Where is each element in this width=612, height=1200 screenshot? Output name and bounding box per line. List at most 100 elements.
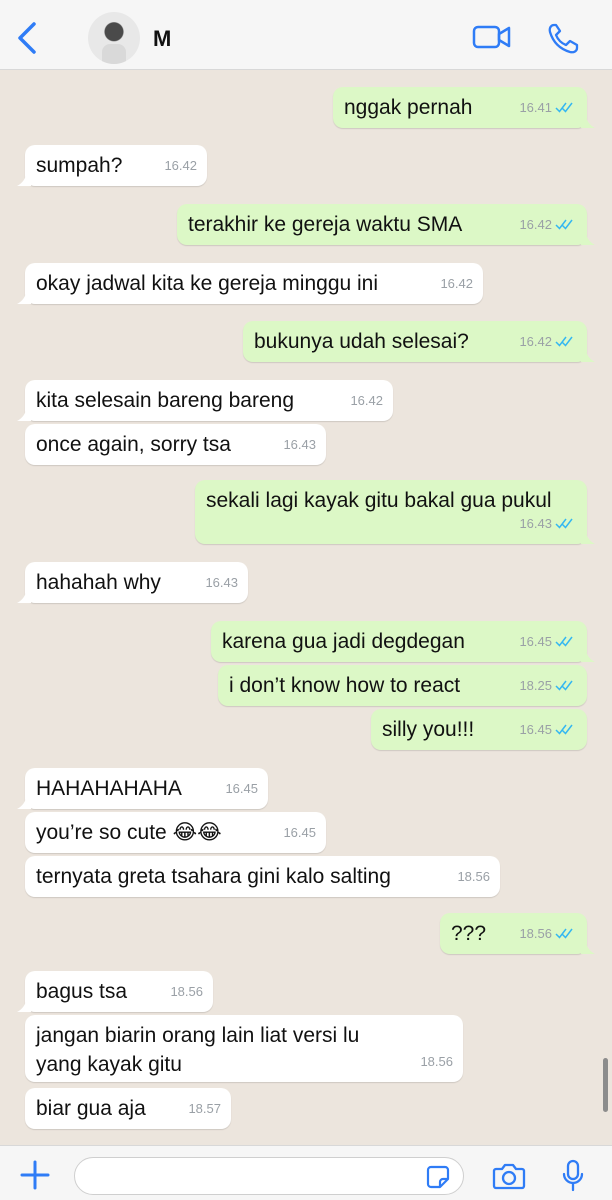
outgoing-message-bubble[interactable]: nggak pernah 16.41 <box>333 87 595 128</box>
read-ticks-icon <box>555 724 573 735</box>
timestamp: 16.45 <box>519 722 552 737</box>
timestamp: 16.45 <box>283 825 316 840</box>
outgoing-message-bubble[interactable]: karena gua jadi degdegan 16.45 <box>211 621 595 662</box>
timestamp: 16.41 <box>519 100 552 115</box>
message-text: terakhir ke gereja waktu SMA <box>188 213 463 236</box>
outgoing-message-bubble[interactable]: bukunya udah selesai? 16.42 <box>243 321 595 362</box>
incoming-message-bubble[interactable]: okay jadwal kita ke gereja minggu ini 16.… <box>17 263 483 304</box>
timestamp: 16.42 <box>440 276 473 291</box>
incoming-message-bubble[interactable]: once again, sorry tsa 16.43 <box>25 424 326 465</box>
bubble-tail <box>581 940 595 954</box>
back-chevron-icon[interactable] <box>14 20 44 56</box>
message-time: 16.42 <box>350 386 383 415</box>
read-ticks-icon <box>555 928 573 939</box>
timestamp: 18.56 <box>170 984 203 999</box>
message-time: 16.43 <box>283 430 316 459</box>
message-time: 18.56 <box>519 919 575 948</box>
timestamp: 18.56 <box>420 1054 453 1069</box>
message-time: 18.56 <box>420 1047 453 1076</box>
read-ticks-icon <box>555 636 573 647</box>
message-time: 16.45 <box>519 715 575 744</box>
timestamp: 16.45 <box>519 634 552 649</box>
video-call-icon[interactable] <box>472 22 512 52</box>
message-text: yang kayak gitu <box>36 1053 182 1076</box>
message-text: ternyata greta tsahara gini kalo salting <box>36 865 391 888</box>
contact-name[interactable]: M <box>153 26 171 52</box>
message-time: 16.42 <box>440 269 473 298</box>
chat-header: M <box>0 0 612 70</box>
read-ticks-icon <box>555 680 573 691</box>
read-ticks-icon <box>555 102 573 113</box>
bubble-tail <box>17 172 31 186</box>
timestamp: 16.43 <box>205 575 238 590</box>
message-text: HAHAHAHAHA <box>36 777 182 800</box>
incoming-message-bubble[interactable]: jangan biarin orang lain liat versi lu ya… <box>25 1015 463 1082</box>
message-time: 16.45 <box>283 818 316 847</box>
message-text: once again, sorry tsa <box>36 433 231 456</box>
avatar[interactable] <box>88 12 140 64</box>
read-ticks-icon <box>555 219 573 230</box>
composer-bar <box>0 1145 612 1200</box>
timestamp: 16.42 <box>350 393 383 408</box>
read-ticks-icon <box>555 336 573 347</box>
timestamp: 16.42 <box>164 158 197 173</box>
message-time: 16.42 <box>519 327 575 356</box>
bubble-tail <box>17 407 31 421</box>
message-time: 16.43 <box>205 568 238 597</box>
outgoing-message-bubble[interactable]: terakhir ke gereja waktu SMA 16.42 <box>177 204 595 245</box>
bubble-tail <box>581 114 595 128</box>
incoming-message-bubble[interactable]: hahahah why 16.43 <box>17 562 248 603</box>
message-text: okay jadwal kita ke gereja minggu ini <box>36 272 379 295</box>
microphone-icon[interactable] <box>561 1159 585 1193</box>
message-input[interactable] <box>74 1157 464 1195</box>
message-time: 18.25 <box>519 671 575 700</box>
timestamp: 18.57 <box>188 1101 221 1116</box>
incoming-message-bubble[interactable]: HAHAHAHAHA 16.45 <box>17 768 268 809</box>
read-ticks-icon <box>555 518 573 529</box>
message-time: 18.56 <box>170 977 203 1006</box>
incoming-message-bubble[interactable]: sumpah? 16.42 <box>17 145 207 186</box>
message-time: 18.56 <box>457 862 490 891</box>
bubble-tail <box>17 290 31 304</box>
message-text: jangan biarin orang lain liat versi lu <box>36 1024 360 1047</box>
bubble-tail <box>581 348 595 362</box>
outgoing-message-bubble[interactable]: i don’t know how to react 18.25 <box>218 665 587 706</box>
plus-icon[interactable] <box>18 1158 52 1192</box>
camera-icon[interactable] <box>492 1161 526 1191</box>
message-time: 16.43 <box>519 509 575 538</box>
outgoing-message-bubble[interactable]: silly you!!! 16.45 <box>371 709 587 750</box>
timestamp: 18.56 <box>519 926 552 941</box>
timestamp: 16.45 <box>225 781 258 796</box>
incoming-message-bubble[interactable]: bagus tsa 18.56 <box>17 971 213 1012</box>
message-list[interactable]: nggak pernah 16.41 sumpah? 16.42 terakhir ke… <box>0 70 612 1145</box>
timestamp: 18.56 <box>457 869 490 884</box>
bubble-tail <box>17 589 31 603</box>
timestamp: 16.43 <box>519 516 552 531</box>
bubble-tail <box>581 530 595 544</box>
message-time: 16.42 <box>164 151 197 180</box>
message-time: 16.42 <box>519 210 575 239</box>
message-time: 16.45 <box>225 774 258 803</box>
incoming-message-bubble[interactable]: kita selesain bareng bareng 16.42 <box>17 380 393 421</box>
phone-call-icon[interactable] <box>546 22 580 56</box>
timestamp: 18.25 <box>519 678 552 693</box>
timestamp: 16.42 <box>519 334 552 349</box>
outgoing-message-bubble[interactable]: ??? 18.56 <box>440 913 595 954</box>
incoming-message-bubble[interactable]: biar gua aja 18.57 <box>25 1088 231 1129</box>
incoming-message-bubble[interactable]: ternyata greta tsahara gini kalo salting… <box>25 856 500 897</box>
message-time: 16.41 <box>519 93 575 122</box>
message-time: 18.57 <box>188 1094 221 1123</box>
bubble-tail <box>17 795 31 809</box>
sticker-icon[interactable] <box>426 1165 450 1189</box>
timestamp: 16.42 <box>519 217 552 232</box>
bubble-tail <box>581 648 595 662</box>
message-text: kita selesain bareng bareng <box>36 389 295 412</box>
bubble-tail <box>17 998 31 1012</box>
message-time: 16.45 <box>519 627 575 656</box>
scrollbar[interactable] <box>603 1058 608 1112</box>
outgoing-message-bubble[interactable]: sekali lagi kayak gitu bakal gua pukul 16… <box>195 480 595 544</box>
timestamp: 16.43 <box>283 437 316 452</box>
incoming-message-bubble[interactable]: you’re so cute 😂😂 16.45 <box>25 812 326 853</box>
bubble-tail <box>581 231 595 245</box>
message-text: you’re so cute 😂😂 <box>36 821 222 844</box>
